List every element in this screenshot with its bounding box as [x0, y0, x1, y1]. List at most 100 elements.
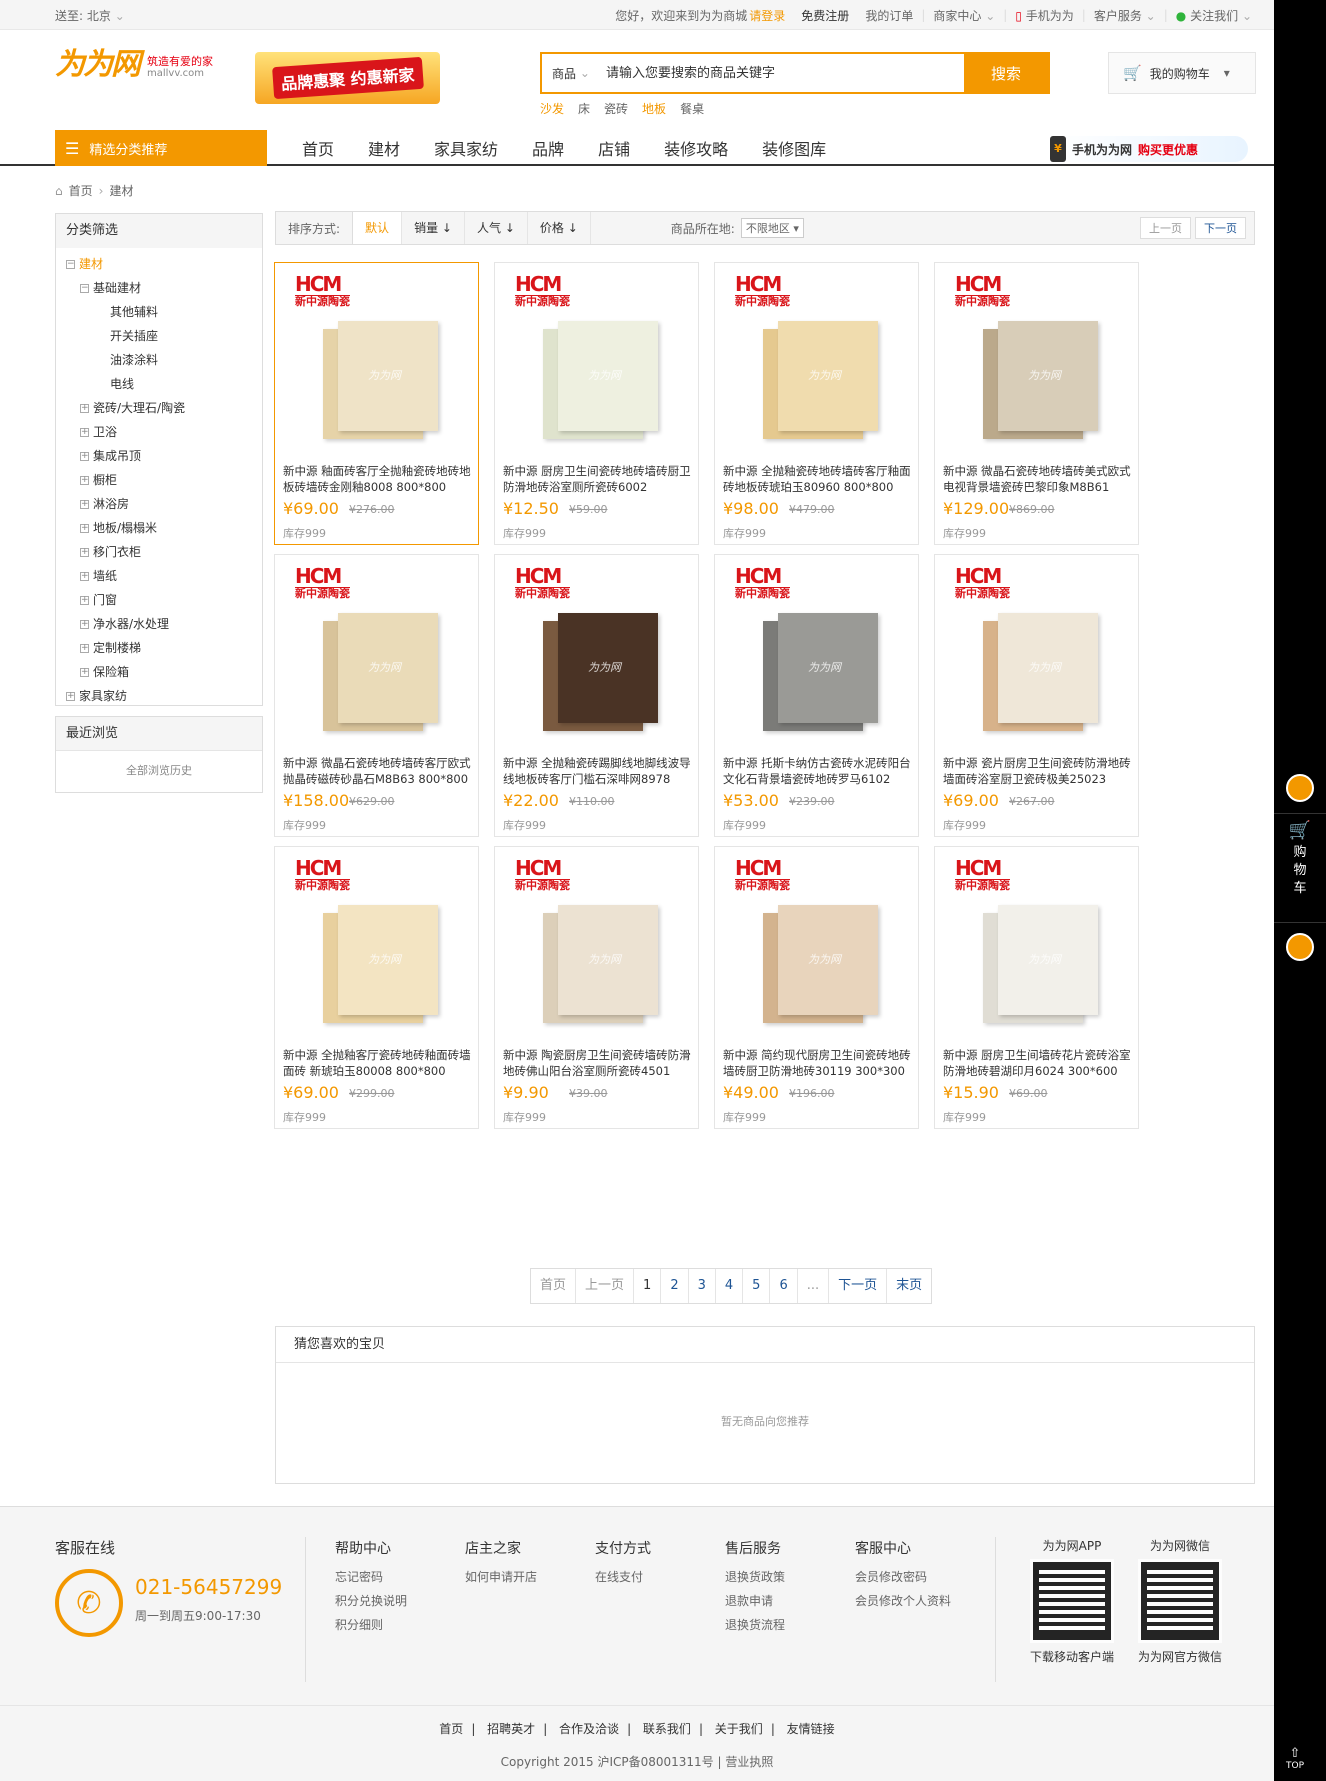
- product-card[interactable]: HCM 新中源陶瓷 为为网新中源 厨房卫生间瓷砖地砖墙砖厨卫防滑地砖浴室厕所瓷砖60…: [494, 262, 699, 545]
- tree-leaf[interactable]: 开关插座: [66, 324, 262, 348]
- top-prev-page[interactable]: 上一页: [1140, 217, 1191, 239]
- product-image[interactable]: HCM 新中源陶瓷 为为网: [723, 269, 913, 449]
- product-title[interactable]: 新中源 厨房卫生间墙砖花片瓷砖浴室防滑地砖碧湖印月6024 300*600: [943, 1047, 1133, 1079]
- tree-node[interactable]: + 淋浴房: [66, 492, 262, 516]
- tree-leaf[interactable]: 油漆涂料: [66, 348, 262, 372]
- product-card[interactable]: HCM 新中源陶瓷 为为网 新中源 釉面砖客厅全抛釉瓷砖地砖地板砖墙砖金刚釉8008 …: [274, 262, 479, 545]
- page-prev[interactable]: 上一页: [576, 1269, 635, 1303]
- sort-sales[interactable]: 销量 ↓: [402, 212, 465, 244]
- collapse-icon[interactable]: −: [66, 259, 75, 269]
- footer-bottom-link[interactable]: 合作及洽谈: [551, 1722, 627, 1736]
- search-input[interactable]: [600, 54, 964, 92]
- hotword-link[interactable]: 餐桌: [680, 100, 704, 117]
- product-image[interactable]: HCM 新中源陶瓷 为为网: [723, 561, 913, 741]
- mobile-link[interactable]: ▯ 手机为为: [1007, 7, 1081, 24]
- tree-leaf[interactable]: 电线: [66, 372, 262, 396]
- tree-node[interactable]: + 门窗: [66, 588, 262, 612]
- sort-default[interactable]: 默认: [352, 212, 403, 244]
- footer-link[interactable]: 忘记密码: [335, 1565, 407, 1589]
- login-link[interactable]: 请登录: [747, 7, 793, 24]
- product-title[interactable]: 新中源 陶瓷厨房卫生间瓷砖墙砖防滑地砖佛山阳台浴室厕所瓷砖4501: [503, 1047, 693, 1079]
- hotword-link[interactable]: 地板: [642, 100, 666, 117]
- footer-bottom-link[interactable]: 关于我们: [707, 1722, 771, 1736]
- customer-service-link[interactable]: 客户服务 ⌄: [1086, 7, 1164, 24]
- location-selector[interactable]: 送至: 北京 ⌄: [55, 7, 125, 24]
- page-next[interactable]: 下一页: [829, 1269, 888, 1303]
- sort-price[interactable]: 价格 ↓: [528, 212, 591, 244]
- product-image[interactable]: HCM 新中源陶瓷 为为网: [283, 853, 473, 1033]
- product-card[interactable]: HCM 新中源陶瓷 为为网新中源 全抛釉瓷砖地砖墙砖客厅釉面砖地板砖琥珀玉80960…: [714, 262, 919, 545]
- product-title[interactable]: 新中源 简约现代厨房卫生间瓷砖地砖墙砖厨卫防滑地砖30119 300*300: [723, 1047, 913, 1079]
- footer-bottom-link[interactable]: 友情链接: [779, 1722, 843, 1736]
- nav-link-renovation-guide[interactable]: 装修攻略: [647, 136, 745, 160]
- product-card[interactable]: HCM 新中源陶瓷 为为网 新中源 瓷片厨房卫生间瓷砖防滑地砖墙面砖浴室厨卫瓷砖极美2…: [934, 554, 1139, 837]
- footer-link[interactable]: 退款申请: [725, 1589, 785, 1613]
- product-title[interactable]: 新中源 全抛釉瓷砖踢脚线地脚线波导线地板砖客厅门槛石深啡网8978: [503, 755, 693, 787]
- nav-link-building-materials[interactable]: 建材: [351, 136, 417, 160]
- sort-popularity[interactable]: 人气 ↓: [465, 212, 528, 244]
- footer-link[interactable]: 会员修改密码: [855, 1565, 951, 1589]
- tree-node[interactable]: + 净水器/水处理: [66, 612, 262, 636]
- tree-node[interactable]: + 瓷砖/大理石/陶瓷: [66, 396, 262, 420]
- collapse-icon[interactable]: −: [80, 283, 89, 293]
- product-image[interactable]: HCM 新中源陶瓷 为为网: [943, 269, 1133, 449]
- nav-link-home[interactable]: 首页: [285, 136, 351, 160]
- mobile-promo[interactable]: ¥ 手机为为网 购买更优惠: [1050, 136, 1248, 162]
- site-logo[interactable]: 为为网 筑造有爱的家 mallvv.com: [55, 50, 213, 80]
- tree-node[interactable]: + 橱柜: [66, 468, 262, 492]
- back-to-top-button[interactable]: ⇧ TOP: [1286, 1746, 1304, 1771]
- register-link[interactable]: 免费注册: [793, 7, 857, 24]
- footer-link[interactable]: 积分细则: [335, 1613, 407, 1637]
- product-image[interactable]: HCM 新中源陶瓷 为为网: [503, 269, 693, 449]
- hotword-link[interactable]: 沙发: [540, 100, 564, 117]
- expand-icon[interactable]: +: [80, 619, 89, 629]
- breadcrumb-home[interactable]: 首页: [69, 182, 93, 199]
- expand-icon[interactable]: +: [80, 667, 89, 677]
- product-title[interactable]: 新中源 全抛釉瓷砖地砖墙砖客厅釉面砖地板砖琥珀玉80960 800*800: [723, 463, 913, 495]
- nav-link-gallery[interactable]: 装修图库: [745, 136, 843, 160]
- tree-node[interactable]: + 保险箱: [66, 660, 262, 684]
- product-card[interactable]: HCM 新中源陶瓷 为为网 新中源 全抛釉客厅瓷砖地砖釉面砖墙面砖 新琥珀玉80008…: [274, 846, 479, 1129]
- product-card[interactable]: HCM 新中源陶瓷 为为网新中源 托斯卡纳仿古瓷砖水泥砖阳台文化石背景墙瓷砖地砖罗马…: [714, 554, 919, 837]
- product-image[interactable]: HCM 新中源陶瓷 为为网: [283, 269, 473, 449]
- expand-icon[interactable]: +: [80, 403, 89, 413]
- tree-node-sub[interactable]: − 基础建材: [66, 276, 262, 300]
- expand-icon[interactable]: +: [80, 571, 89, 581]
- footer-link[interactable]: 会员修改个人资料: [855, 1589, 951, 1613]
- footer-link[interactable]: 如何申请开店: [465, 1565, 537, 1589]
- tree-node-root[interactable]: − 建材: [66, 252, 262, 276]
- product-title[interactable]: 新中源 托斯卡纳仿古瓷砖水泥砖阳台文化石背景墙瓷砖地砖罗马6102: [723, 755, 913, 787]
- footer-bottom-link[interactable]: 招聘英才: [479, 1722, 543, 1736]
- nav-link-shops[interactable]: 店铺: [581, 136, 647, 160]
- expand-icon[interactable]: +: [80, 499, 89, 509]
- product-card[interactable]: HCM 新中源陶瓷 为为网 新中源 微晶石瓷砖地砖墙砖美式欧式电视背景墙瓷砖巴黎印象M…: [934, 262, 1139, 545]
- region-select[interactable]: 不限地区 ▾: [740, 218, 804, 238]
- product-title[interactable]: 新中源 微晶石瓷砖地砖墙砖客厅欧式抛晶砖磁砖砂晶石M8B63 800*800: [283, 755, 473, 787]
- product-card[interactable]: HCM 新中源陶瓷 为为网 新中源 全抛釉瓷砖踢脚线地脚线波导线地板砖客厅门槛石深啡网…: [494, 554, 699, 837]
- search-button[interactable]: 搜索: [964, 54, 1048, 92]
- product-image[interactable]: HCM 新中源陶瓷 为为网: [283, 561, 473, 741]
- category-menu-button[interactable]: ☰ 精选分类推荐: [55, 130, 267, 166]
- product-image[interactable]: HCM 新中源陶瓷 为为网: [943, 561, 1133, 741]
- page-last[interactable]: 末页: [887, 1269, 931, 1303]
- my-orders-link[interactable]: 我的订单: [857, 7, 921, 24]
- page-number[interactable]: 2: [661, 1269, 689, 1303]
- tree-node[interactable]: + 卫浴: [66, 420, 262, 444]
- product-card[interactable]: HCM 新中源陶瓷 为为网新中源 微晶石瓷砖地砖墙砖客厅欧式抛晶砖磁砖砂晶石M8B6…: [274, 554, 479, 837]
- page-number[interactable]: 4: [716, 1269, 744, 1303]
- footer-link[interactable]: 在线支付: [595, 1565, 651, 1589]
- expand-icon[interactable]: +: [80, 523, 89, 533]
- footer-bottom-link[interactable]: 联系我们: [635, 1722, 699, 1736]
- search-category-select[interactable]: 商品 ⌄: [542, 54, 600, 92]
- expand-icon[interactable]: +: [80, 451, 89, 461]
- footer-link[interactable]: 退换货流程: [725, 1613, 785, 1637]
- nav-link-furniture[interactable]: 家具家纺: [417, 136, 515, 160]
- promo-banner[interactable]: 品牌惠聚 约惠新家: [255, 52, 440, 104]
- footer-bottom-link[interactable]: 首页: [431, 1722, 471, 1736]
- product-image[interactable]: HCM 新中源陶瓷 为为网: [723, 853, 913, 1033]
- expand-icon[interactable]: +: [80, 427, 89, 437]
- product-card[interactable]: HCM 新中源陶瓷 为为网新中源 简约现代厨房卫生间瓷砖地砖墙砖厨卫防滑地砖3011…: [714, 846, 919, 1129]
- tree-node[interactable]: + 移门衣柜: [66, 540, 262, 564]
- rail-cart-button[interactable]: 🛒 购物车: [1274, 813, 1326, 923]
- product-title[interactable]: 新中源 厨房卫生间瓷砖地砖墙砖厨卫防滑地砖浴室厕所瓷砖6002 300*600: [503, 463, 693, 495]
